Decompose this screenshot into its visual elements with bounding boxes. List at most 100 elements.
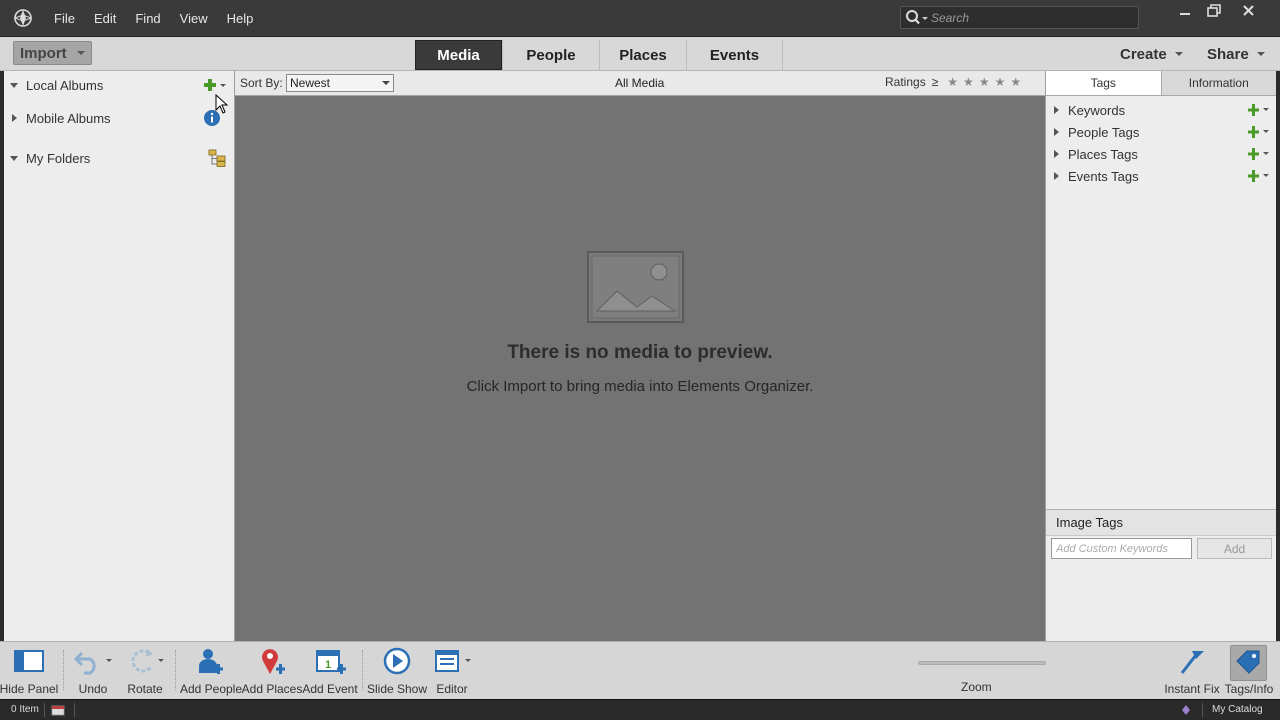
minimize-icon[interactable] <box>1170 2 1200 20</box>
import-button[interactable]: Import <box>13 41 92 65</box>
tag-group-label: People Tags <box>1068 124 1140 140</box>
tab-events[interactable]: Events <box>686 40 783 70</box>
instant-fix-icon <box>1180 651 1204 674</box>
create-button[interactable]: Create <box>1120 44 1183 64</box>
star-icon[interactable]: ★ <box>947 75 958 89</box>
add-tag-icon[interactable] <box>1248 103 1272 117</box>
catalog-icon[interactable] <box>1180 703 1192 717</box>
star-icon[interactable]: ★ <box>995 75 1006 89</box>
app-logo-icon[interactable] <box>13 8 33 28</box>
tab-media[interactable]: Media <box>415 40 502 70</box>
custom-keywords-input[interactable] <box>1051 538 1192 559</box>
map-pin-icon <box>262 649 285 674</box>
close-icon[interactable] <box>1234 2 1264 20</box>
right-panel-tabs: Tags Information <box>1046 71 1276 96</box>
toolbar-separator <box>63 650 64 690</box>
add-event-label: Add Event <box>302 682 358 696</box>
info-icon[interactable] <box>203 109 221 127</box>
menu-bar: File Edit Find View Help <box>54 0 272 36</box>
instant-fix-button[interactable]: Instant Fix <box>1164 642 1220 700</box>
share-button[interactable]: Share <box>1207 44 1265 64</box>
add-event-button[interactable]: 1 Add Event <box>302 642 358 700</box>
folder-tree-icon[interactable] <box>207 149 229 167</box>
tag-group-keywords[interactable]: Keywords <box>1046 100 1276 120</box>
media-grid: There is no media to preview. Click Impo… <box>235 96 1045 641</box>
calendar-status-icon[interactable] <box>51 704 65 716</box>
tag-group-label: Keywords <box>1068 102 1126 118</box>
catalog-name[interactable]: My Catalog <box>1212 704 1263 715</box>
tab-places[interactable]: Places <box>599 40 686 70</box>
status-separator <box>1202 703 1203 717</box>
chevron-down-icon <box>76 51 85 55</box>
add-places-button[interactable]: Add Places <box>241 642 303 700</box>
local-albums-row[interactable]: Local Albums <box>4 74 235 114</box>
menu-view[interactable]: View <box>180 11 208 26</box>
restore-icon[interactable] <box>1198 2 1228 20</box>
item-count: 0 Item <box>11 704 39 715</box>
search-input[interactable] <box>931 9 1131 27</box>
rotate-button[interactable]: Rotate <box>123 642 167 700</box>
ratings-filter: Ratings ≥ ★ ★ ★ ★ ★ <box>885 75 1021 89</box>
add-people-button[interactable]: Add People <box>180 642 242 700</box>
star-icon[interactable]: ★ <box>1010 75 1021 89</box>
expand-down-icon[interactable] <box>10 82 18 88</box>
slide-show-button[interactable]: Slide Show <box>367 642 427 700</box>
ratings-operator[interactable]: ≥ <box>932 75 939 89</box>
add-places-label: Add Places <box>241 682 303 696</box>
mobile-albums-label: Mobile Albums <box>26 110 111 126</box>
status-bar: 0 Item My Catalog <box>0 699 1280 720</box>
expand-right-icon[interactable] <box>1054 128 1059 136</box>
sort-by-label: Sort By: <box>240 76 283 90</box>
add-tag-icon[interactable] <box>1248 125 1272 139</box>
main-toolbar: Import Media People Places Events Create… <box>0 37 1280 71</box>
editor-icon <box>435 650 471 672</box>
tab-information[interactable]: Information <box>1161 71 1276 95</box>
add-tag-icon[interactable] <box>1248 169 1272 183</box>
star-icon[interactable]: ★ <box>963 75 974 89</box>
add-album-icon[interactable] <box>201 77 231 93</box>
zoom-slider[interactable] <box>918 661 1046 665</box>
menu-edit[interactable]: Edit <box>94 11 116 26</box>
expand-down-icon[interactable] <box>10 155 18 161</box>
hide-panel-button[interactable]: Hide Panel <box>0 642 58 700</box>
star-icon[interactable]: ★ <box>979 75 990 89</box>
menu-file[interactable]: File <box>54 11 75 26</box>
tag-group-events[interactable]: Events Tags <box>1046 166 1276 186</box>
expand-right-icon[interactable] <box>1054 150 1059 158</box>
create-label: Create <box>1120 45 1167 63</box>
menu-find[interactable]: Find <box>135 11 160 26</box>
empty-state-title: There is no media to preview. <box>507 342 773 363</box>
expand-right-icon[interactable] <box>1054 106 1059 114</box>
organizer-window: File Edit Find View Help Im <box>0 0 1280 720</box>
sort-select[interactable]: Newest <box>286 74 394 92</box>
my-folders-row[interactable]: My Folders <box>4 147 235 169</box>
search-icon[interactable] <box>904 9 930 27</box>
search-box <box>900 6 1139 29</box>
undo-button[interactable]: Undo <box>72 642 114 700</box>
tags-info-button[interactable]: Tags/Info <box>1224 642 1274 700</box>
chevron-down-icon <box>1174 52 1183 56</box>
undo-label: Undo <box>78 682 108 696</box>
rotate-label: Rotate <box>127 682 163 696</box>
add-tag-icon[interactable] <box>1248 147 1272 161</box>
hide-panel-label: Hide Panel <box>0 682 59 696</box>
expand-right-icon[interactable] <box>12 114 17 122</box>
mobile-albums-row[interactable]: Mobile Albums <box>4 107 235 129</box>
tag-group-places[interactable]: Places Tags <box>1046 144 1276 164</box>
add-people-icon <box>199 649 223 674</box>
import-label: Import <box>20 44 67 62</box>
editor-button[interactable]: Editor <box>430 642 474 700</box>
tab-tags[interactable]: Tags <box>1046 71 1162 95</box>
my-folders-label: My Folders <box>26 150 91 166</box>
play-icon <box>383 647 411 675</box>
tag-group-people[interactable]: People Tags <box>1046 122 1276 142</box>
menu-help[interactable]: Help <box>227 11 254 26</box>
image-placeholder-icon <box>587 251 684 323</box>
add-keyword-button[interactable]: Add <box>1197 538 1272 559</box>
tag-group-label: Places Tags <box>1068 146 1138 162</box>
content-header: Sort By: Newest All Media Ratings ≥ ★ ★ … <box>235 71 1045 96</box>
hide-panel-icon <box>14 650 44 672</box>
local-albums-label: Local Albums <box>26 77 104 93</box>
expand-right-icon[interactable] <box>1054 172 1059 180</box>
tab-people[interactable]: People <box>502 40 599 70</box>
